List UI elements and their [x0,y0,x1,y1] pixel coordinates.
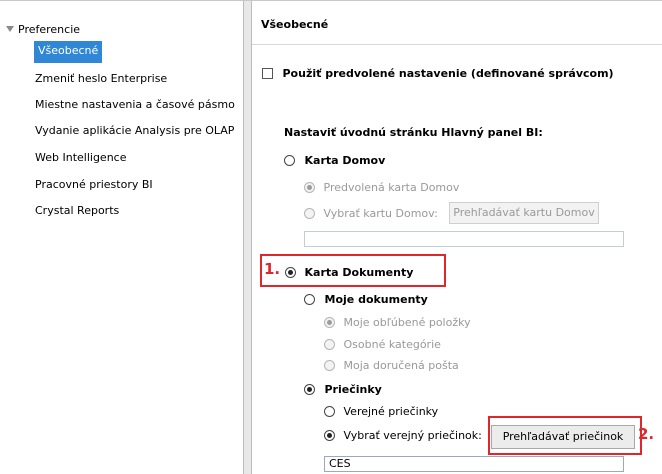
documents-tab-label: Karta Dokumenty [304,266,414,279]
public-folders-label: Verejné priečinky [343,405,439,418]
select-home-tab-label: Vybrať kartu Domov: [323,207,438,220]
inbox-label: Moja doručená pošta [343,359,459,372]
default-home-tab-option[interactable]: Predvolená karta Domov [304,181,459,194]
tree-root-label: Preferencie [18,23,81,36]
use-default-label: Použiť predvolené nastavenie (definované… [282,67,614,80]
personal-categories-label: Osobné kategórie [343,338,441,351]
home-tab-path-field[interactable] [304,231,624,247]
select-home-tab-option[interactable]: Vybrať kartu Domov: [304,207,438,220]
my-documents-label: Moje dokumenty [324,293,428,306]
select-public-folder-label: Vybrať verejný priečinok: [343,429,482,442]
browse-home-tab-button[interactable]: Prehľadávať kartu Domov [449,202,599,224]
title-divider [252,44,662,45]
default-home-tab-radio[interactable] [304,182,315,193]
tree-item-bi-workspaces[interactable]: Pracovné priestory BI [35,175,153,195]
select-public-folder-radio[interactable] [324,430,335,441]
use-default-row[interactable]: Použiť predvolené nastavenie (definované… [262,67,614,80]
tree-item-general[interactable]: Všeobecné [34,41,103,63]
home-tab-radio[interactable] [284,155,295,166]
home-tab-label: Karta Domov [304,154,386,167]
documents-tab-radio[interactable] [285,267,296,278]
tree-item-locale-timezone[interactable]: Miestne nastavenia a časové pásmo [35,95,235,115]
public-folders-radio[interactable] [324,406,335,417]
use-default-checkbox[interactable] [262,68,273,79]
folders-option[interactable]: Priečinky [304,383,382,396]
inbox-radio[interactable] [324,360,335,371]
tree-item-change-password[interactable]: Zmeniť heslo Enterprise [35,69,167,89]
general-settings-panel: Všeobecné Použiť predvolené nastavenie (… [252,1,662,474]
public-folder-path-field[interactable]: CES [324,456,624,472]
favorites-radio[interactable] [324,317,335,328]
start-page-heading: Nastaviť úvodnú stránku Hlavný panel BI: [284,126,543,139]
tree-root-preferences[interactable]: Preferencie [6,23,80,36]
inbox-option[interactable]: Moja doručená pošta [324,359,459,372]
preferences-window: Preferencie Všeobecné Zmeniť heslo Enter… [0,0,662,474]
expand-triangle-icon[interactable] [6,26,14,32]
personal-categories-radio[interactable] [324,339,335,350]
documents-tab-option[interactable]: Karta Dokumenty [285,266,413,279]
section-title: Všeobecné [261,18,329,31]
favorites-label: Moje obľúbené položky [343,316,471,329]
personal-categories-option[interactable]: Osobné kategórie [324,338,441,351]
folders-radio[interactable] [304,384,315,395]
step1-label: 1. [264,260,281,278]
my-documents-option[interactable]: Moje dokumenty [304,293,428,306]
public-folders-option[interactable]: Verejné priečinky [324,405,438,418]
home-tab-option[interactable]: Karta Domov [284,154,385,167]
preferences-tree: Preferencie Všeobecné Zmeniť heslo Enter… [0,1,243,474]
default-home-tab-label: Predvolená karta Domov [323,181,460,194]
tree-item-crystal-reports[interactable]: Crystal Reports [35,201,119,221]
pane-splitter[interactable] [243,1,252,474]
my-documents-radio[interactable] [304,294,315,305]
select-home-tab-radio[interactable] [304,208,315,219]
favorites-option[interactable]: Moje obľúbené položky [324,316,471,329]
folders-label: Priečinky [324,383,382,396]
tree-item-analysis-olap[interactable]: Vydanie aplikácie Analysis pre OLAP [35,121,234,141]
tree-item-web-intelligence[interactable]: Web Intelligence [35,148,126,168]
select-public-folder-option[interactable]: Vybrať verejný priečinok: [324,429,482,442]
step2-label: 2. [638,425,655,443]
browse-folder-button[interactable]: Prehľadávať priečinok [491,425,635,449]
